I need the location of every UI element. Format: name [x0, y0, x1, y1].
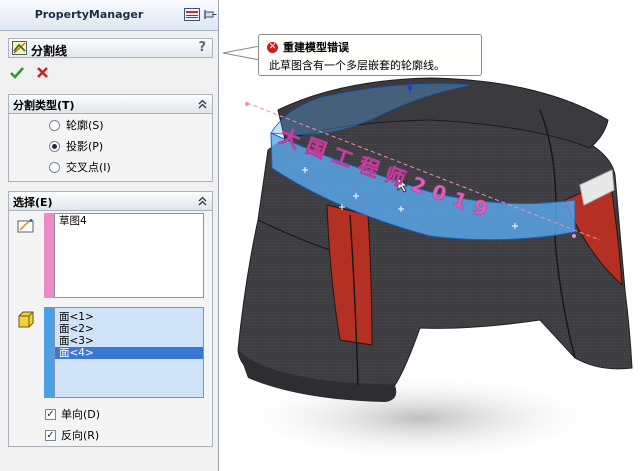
property-manager-panel: PropertyManager 分割线 ? 分割类型(T) 轮廓(S) 投影(P…	[0, 0, 219, 471]
radio-label-intersection: 交叉点(I)	[66, 161, 111, 174]
reverse-direction-option[interactable]: ✓ 反向(R)	[45, 427, 99, 443]
display-pane-icon[interactable]	[184, 8, 200, 21]
radio-option-intersection[interactable]: 交叉点(I)	[49, 159, 111, 175]
radio-label-projection: 投影(P)	[66, 140, 104, 153]
single-direction-checkbox[interactable]: ✓	[45, 408, 56, 420]
feature-name: 分割线	[31, 44, 68, 58]
pin-icon[interactable]	[204, 8, 217, 21]
list-item[interactable]: 草图4	[55, 214, 203, 228]
face-selection-list[interactable]: 面<1> 面<2> 面<3> 面<4>	[54, 307, 204, 398]
sketch-point	[572, 234, 576, 238]
radio-option-projection[interactable]: 投影(P)	[49, 138, 103, 154]
radio-intersection[interactable]	[49, 161, 60, 173]
property-manager-title: PropertyManager	[34, 8, 144, 21]
feature-header: 分割线 ?	[8, 38, 213, 58]
face-selector-icon	[18, 311, 34, 328]
radio-projection[interactable]	[49, 140, 60, 152]
split-type-header[interactable]: 分割类型(T)	[9, 95, 212, 114]
list-item[interactable]: 面<4>	[55, 347, 203, 359]
sketch-selection-list[interactable]: 草图4	[54, 213, 204, 298]
help-icon[interactable]: ?	[198, 40, 206, 55]
tooltip-pointer	[222, 45, 261, 61]
error-icon: ✕	[267, 41, 278, 53]
cancel-x-icon[interactable]	[36, 66, 49, 79]
list-item[interactable]: 面<1>	[55, 311, 203, 323]
property-manager-titlebar: PropertyManager	[0, 0, 218, 31]
selection-header-label: 选择(E)	[13, 196, 53, 209]
ok-checkmark-icon[interactable]	[10, 66, 24, 79]
rebuild-error-tooltip: ✕ 重建模型错误 此草图含有一个多层嵌套的轮廓线。	[258, 34, 482, 76]
radio-option-silhouette[interactable]: 轮廓(S)	[49, 117, 104, 133]
radio-label-silhouette: 轮廓(S)	[66, 119, 104, 132]
collapse-chevron-icon[interactable]	[198, 99, 207, 109]
reverse-direction-checkbox[interactable]: ✓	[45, 429, 56, 441]
sketch-selector-icon	[17, 219, 34, 233]
radio-silhouette[interactable]	[49, 119, 60, 131]
list-item[interactable]: 面<2>	[55, 323, 203, 335]
collapse-chevron-icon[interactable]	[198, 196, 207, 206]
selection-group: 选择(E) 草图4 面<1> 面<2> 面<3> 面<4> ✓ 单向(D) ✓ …	[8, 191, 213, 447]
tooltip-message: 此草图含有一个多层嵌套的轮廓线。	[269, 59, 445, 72]
split-line-icon	[12, 41, 27, 55]
tooltip-title: 重建模型错误	[283, 41, 349, 54]
list-item[interactable]: 面<3>	[55, 335, 203, 347]
reverse-direction-label: 反向(R)	[61, 429, 100, 442]
tooltip-header: ✕ 重建模型错误	[267, 39, 349, 55]
selection-header[interactable]: 选择(E)	[9, 192, 212, 211]
sketch-point	[245, 102, 249, 106]
single-direction-label: 单向(D)	[61, 408, 101, 421]
single-direction-option[interactable]: ✓ 单向(D)	[45, 406, 100, 422]
split-type-header-label: 分割类型(T)	[13, 99, 75, 112]
split-type-group: 分割类型(T) 轮廓(S) 投影(P) 交叉点(I)	[8, 94, 213, 182]
